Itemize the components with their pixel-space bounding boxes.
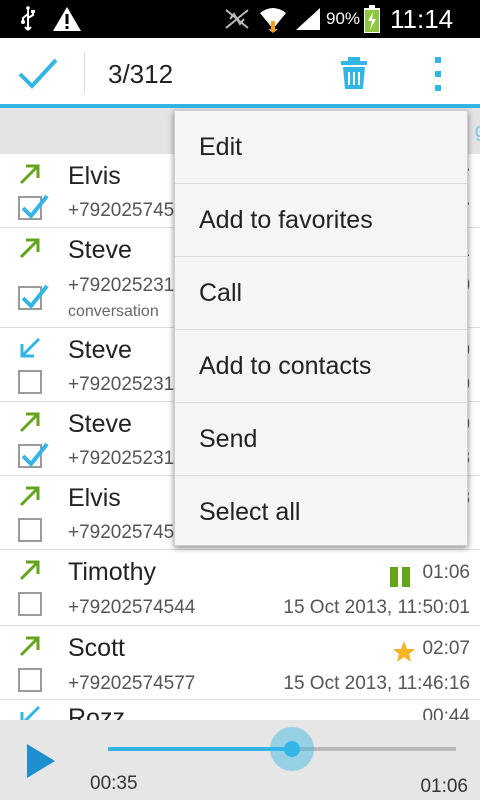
overflow-menu-icon[interactable]: [430, 56, 446, 92]
incoming-call-icon: [18, 704, 42, 720]
clock: 11:14: [390, 3, 454, 34]
menu-item-label: Call: [199, 279, 243, 307]
outgoing-call-icon: [18, 236, 42, 260]
pause-icon: [388, 565, 412, 589]
menu-item-label: Send: [199, 425, 258, 453]
contact-name: Scott: [68, 634, 125, 662]
action-bar-divider: [84, 52, 85, 94]
outgoing-call-icon: [18, 484, 42, 508]
phone-number: +7920252318: [68, 275, 185, 296]
battery-percent: 90%: [326, 9, 361, 28]
row-checkbox[interactable]: [18, 442, 49, 468]
call-duration: 01:06: [422, 562, 470, 583]
menu-item-add-to-contacts[interactable]: Add to contacts: [175, 330, 467, 403]
contact-name: Steve: [68, 336, 132, 364]
row-checkbox[interactable]: [18, 592, 42, 616]
menu-item-label: Select all: [199, 498, 301, 526]
contact-name: Elvis: [68, 484, 121, 512]
total-time: 01:06: [420, 776, 468, 797]
call-duration: 00:44: [422, 706, 470, 720]
section-header-text: g: [475, 120, 480, 143]
menu-item-edit[interactable]: Edit: [175, 111, 467, 184]
trash-icon[interactable]: [340, 56, 368, 90]
contact-name: Timothy: [68, 558, 156, 586]
usb-icon: [20, 0, 36, 38]
menu-item-label: Add to contacts: [199, 352, 372, 380]
menu-item-select-all[interactable]: Select all: [175, 476, 467, 549]
selection-count: 3/312: [108, 59, 174, 89]
row-checkbox[interactable]: [18, 284, 49, 310]
call-date: 15 Oct 2013, 11:46:16: [283, 673, 470, 694]
phone-number: +79202574544: [68, 597, 196, 618]
star-icon: [392, 640, 416, 664]
audio-player: 00:35 01:06: [0, 720, 480, 800]
contact-name: Elvis: [68, 162, 121, 190]
phone-number: +7920252318: [68, 448, 185, 469]
phone-number: +7920252318: [68, 374, 185, 395]
check-icon[interactable]: [16, 54, 60, 92]
battery-charging-icon: [363, 0, 381, 38]
status-bar: 90% 11:14: [0, 0, 480, 38]
wifi-icon: [258, 0, 288, 38]
outgoing-call-icon: [18, 410, 42, 434]
seek-progress: [108, 747, 292, 751]
mute-icon: [222, 0, 252, 38]
menu-item-send[interactable]: Send: [175, 403, 467, 476]
row-checkbox[interactable]: [18, 194, 49, 220]
menu-item-label: Edit: [199, 133, 243, 161]
warning-icon: [52, 0, 82, 38]
seek-thumb[interactable]: [284, 741, 300, 757]
phone-number: +7920257454: [68, 522, 185, 543]
call-log-row[interactable]: Scott +79202574577 02:07 15 Oct 2013, 11…: [0, 626, 480, 700]
call-log-row[interactable]: Rozz 00:44: [0, 700, 480, 720]
row-checkbox[interactable]: [18, 370, 42, 394]
call-date: 15 Oct 2013, 11:50:01: [283, 597, 470, 618]
action-bar: 3/312: [0, 38, 480, 108]
outgoing-call-icon: [18, 634, 42, 658]
menu-item-label: Add to favorites: [199, 206, 373, 234]
call-note: conversation: [68, 303, 159, 320]
outgoing-call-icon: [18, 558, 42, 582]
overflow-menu: Edit Add to favorites Call Add to contac…: [174, 110, 468, 546]
contact-name: Steve: [68, 410, 132, 438]
row-checkbox[interactable]: [18, 518, 42, 542]
row-checkbox[interactable]: [18, 668, 42, 692]
call-log-row[interactable]: Timothy +79202574544 01:06 15 Oct 2013, …: [0, 550, 480, 626]
menu-item-add-to-favorites[interactable]: Add to favorites: [175, 184, 467, 257]
play-icon[interactable]: [24, 742, 58, 780]
call-duration: 02:07: [422, 638, 470, 659]
menu-item-call[interactable]: Call: [175, 257, 467, 330]
incoming-call-icon: [18, 336, 42, 360]
contact-name: Steve: [68, 236, 132, 264]
phone-number: +7920257454: [68, 200, 185, 221]
outgoing-call-icon: [18, 162, 42, 186]
signal-icon: [294, 0, 322, 38]
contact-name: Rozz: [68, 704, 125, 720]
phone-number: +79202574577: [68, 673, 196, 694]
elapsed-time: 00:35: [90, 773, 138, 794]
